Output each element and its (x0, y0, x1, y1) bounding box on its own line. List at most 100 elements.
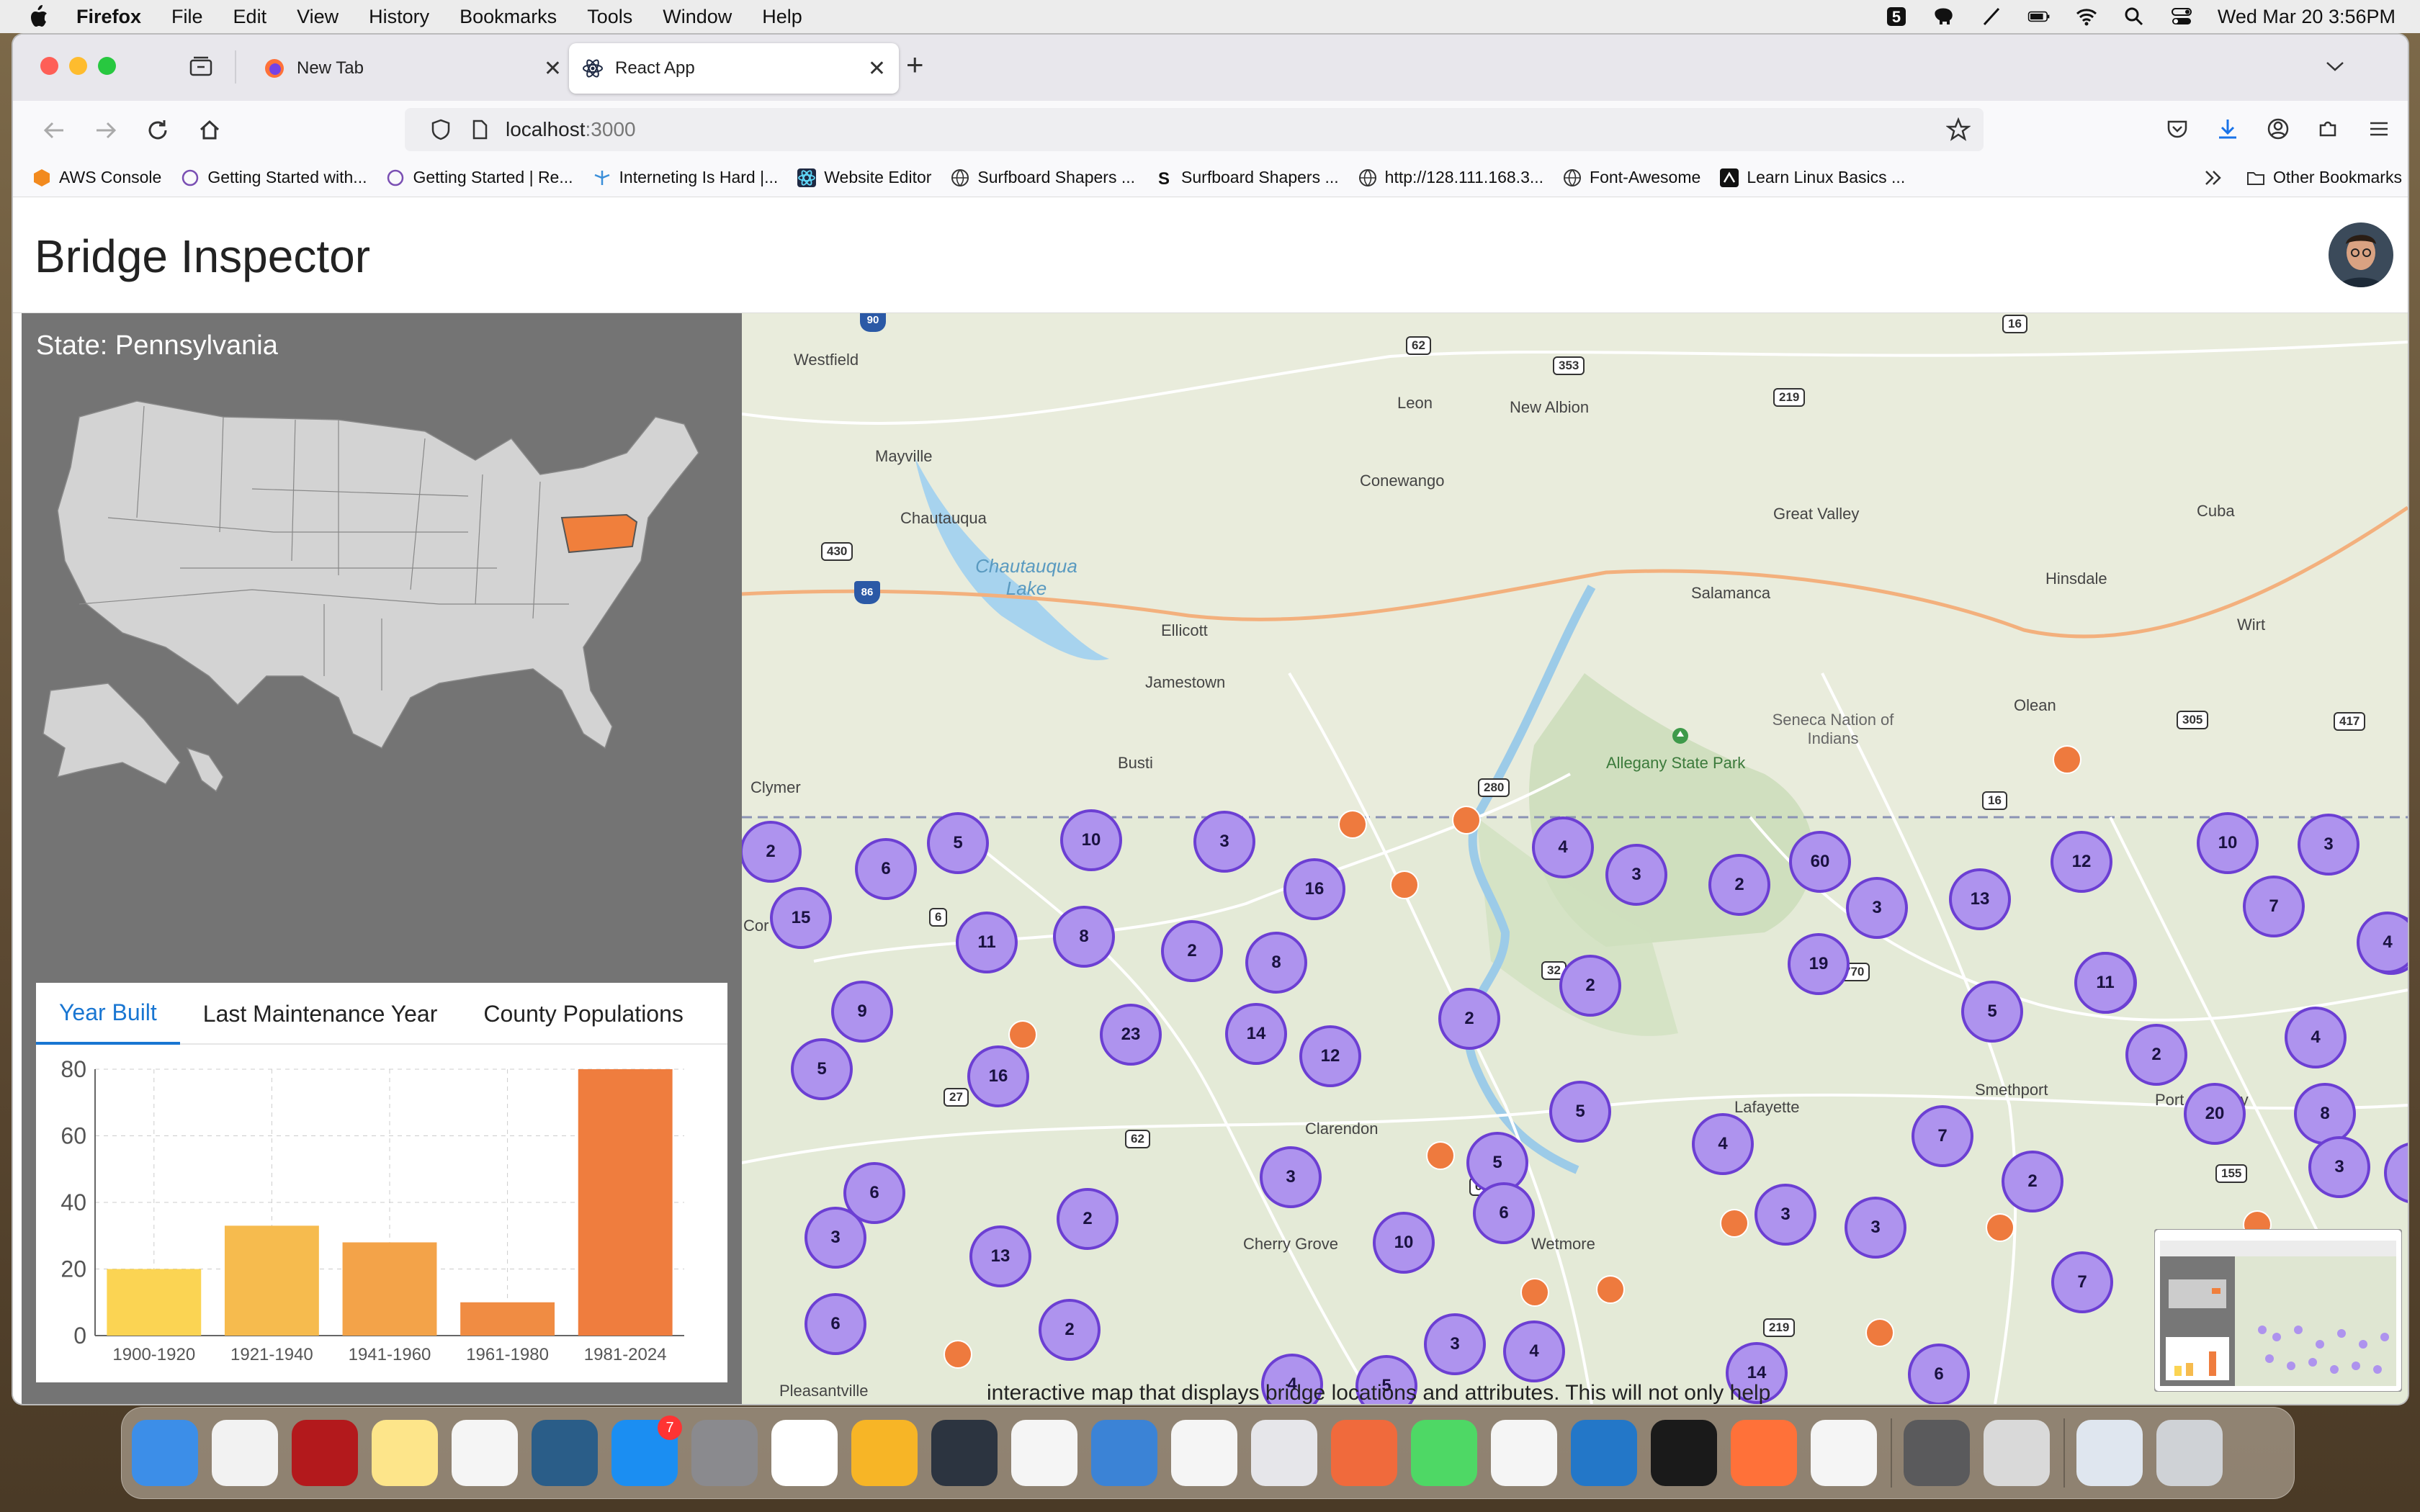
bar-1921-1940[interactable] (224, 1225, 319, 1336)
bridge-cluster-marker[interactable]: 16 (967, 1045, 1029, 1107)
bridge-cluster-marker[interactable]: 5 (927, 812, 989, 874)
page-info-icon[interactable] (471, 119, 488, 140)
dock-mysql-workbench-icon[interactable] (532, 1420, 598, 1486)
menu-window[interactable]: Window (663, 6, 732, 28)
bridge-cluster-marker[interactable]: 2 (1057, 1188, 1119, 1250)
new-tab-button[interactable]: + (906, 48, 924, 82)
window-close-button[interactable] (40, 57, 58, 75)
bridge-cluster-marker[interactable]: 20 (2184, 1083, 2246, 1145)
bridge-cluster-marker[interactable]: 5 (1961, 981, 2023, 1043)
bridge-cluster-marker[interactable]: 3 (805, 1207, 866, 1269)
bridge-cluster-marker[interactable]: 4 (1532, 816, 1594, 878)
bridge-cluster-marker[interactable]: 13 (969, 1225, 1031, 1287)
bridge-cluster-marker[interactable]: 2 (1559, 955, 1621, 1017)
bridge-cluster-marker[interactable]: 6 (855, 838, 917, 900)
bridge-cluster-marker[interactable]: 8 (1245, 932, 1307, 994)
bridge-cluster-marker[interactable]: 2 (1708, 854, 1770, 916)
bridge-cluster-marker[interactable]: 2 (1039, 1299, 1101, 1361)
bridge-cluster-marker[interactable]: 3 (2298, 814, 2360, 876)
bridge-cluster-marker[interactable]: 4 (1692, 1113, 1754, 1175)
menu-bookmarks[interactable]: Bookmarks (460, 6, 557, 28)
bridge-cluster-marker[interactable]: 5 (791, 1038, 853, 1100)
menu-view[interactable]: View (297, 6, 339, 28)
wifi-icon[interactable] (2075, 6, 2098, 27)
bridge-cluster-marker[interactable]: 6 (1473, 1182, 1535, 1244)
bookmark-interneting[interactable]: Interneting Is Hard |... (592, 168, 778, 188)
bridge-marker[interactable] (1452, 806, 1481, 834)
dock-terminal-icon[interactable] (1651, 1420, 1717, 1486)
dock-chrome-icon[interactable] (1811, 1420, 1877, 1486)
control-center-icon[interactable] (2170, 6, 2193, 27)
hawaii-shape[interactable] (186, 747, 224, 793)
dock-launchpad-icon[interactable] (1251, 1420, 1317, 1486)
continental-us-shape[interactable] (57, 400, 699, 750)
dock-freeform-icon[interactable] (452, 1420, 518, 1486)
bridge-cluster-marker[interactable]: 23 (1100, 1004, 1162, 1066)
bookmark-getting-started-2[interactable]: Getting Started | Re... (385, 168, 573, 188)
bridge-cluster-marker[interactable]: 6 (1908, 1344, 1970, 1404)
bridge-cluster-marker[interactable]: 12 (2051, 831, 2112, 893)
bridge-cluster-marker[interactable]: 10 (1060, 809, 1122, 871)
bridge-cluster-marker[interactable]: 5 (1549, 1081, 1611, 1143)
bridge-cluster-marker[interactable]: 60 (1789, 831, 1851, 893)
bridge-cluster-marker[interactable]: 11 (956, 912, 1018, 973)
spotlight-search-icon[interactable] (2123, 6, 2146, 27)
dock-preview-icon[interactable] (1491, 1420, 1557, 1486)
dock-finder-icon[interactable] (132, 1420, 198, 1486)
bridge-marker[interactable] (1426, 1141, 1455, 1170)
menu-edit[interactable]: Edit (233, 6, 267, 28)
close-tab-icon[interactable]: ✕ (544, 56, 562, 81)
more-bookmarks-chevron-icon[interactable] (2202, 168, 2224, 188)
dock-vs-code-icon[interactable] (1571, 1420, 1637, 1486)
bridge-cluster-marker[interactable]: 10 (1373, 1212, 1435, 1274)
bridge-map[interactable]: Westfield Mayville Chautauqua Chautauqua… (742, 313, 2408, 1404)
bridge-cluster-marker[interactable]: 16 (1283, 858, 1345, 920)
bridge-cluster-marker[interactable]: 6 (805, 1293, 866, 1355)
dock-firefox-icon[interactable] (1731, 1420, 1797, 1486)
bridge-cluster-marker[interactable]: 7 (2051, 1251, 2113, 1313)
tracking-shield-icon[interactable] (431, 118, 451, 141)
bridge-marker[interactable] (1390, 870, 1419, 899)
bridge-cluster-marker[interactable]: 19 (1788, 933, 1850, 995)
dock-trash-icon[interactable] (2156, 1420, 2223, 1486)
bridge-cluster-marker[interactable]: 3 (1846, 877, 1908, 939)
dock-messages-icon[interactable] (1411, 1420, 1477, 1486)
dock-atom-icon[interactable] (931, 1420, 998, 1486)
bridge-cluster-marker[interactable]: 14 (1225, 1003, 1287, 1065)
dock-textedit-icon[interactable] (212, 1420, 278, 1486)
dock-numbers-icon[interactable] (1011, 1420, 1077, 1486)
elephant-status-icon[interactable] (1932, 6, 1955, 27)
dock-downloads-icon[interactable] (2076, 1420, 2143, 1486)
tab-overview-icon[interactable] (189, 55, 213, 78)
bookmark-getting-started-1[interactable]: Getting Started with... (180, 168, 367, 188)
menu-help[interactable]: Help (762, 6, 802, 28)
screenshot-thumbnail-preview[interactable] (2154, 1229, 2402, 1392)
forward-icon[interactable] (94, 118, 118, 143)
menubar-clock[interactable]: Wed Mar 20 3:56PM (2218, 6, 2396, 28)
dock-app-store-icon[interactable]: 7 (611, 1416, 682, 1486)
bridge-cluster-marker[interactable]: 8 (2294, 1083, 2356, 1145)
list-all-tabs-icon[interactable] (2324, 59, 2346, 73)
scrivener-status-icon[interactable]: 5 (1885, 6, 1908, 27)
bookmark-font-awesome[interactable]: Font-Awesome (1562, 168, 1700, 188)
menu-history[interactable]: History (369, 6, 429, 28)
bar-1961-1980[interactable] (460, 1302, 555, 1336)
dock-safari-icon[interactable] (1171, 1420, 1237, 1486)
us-state-map[interactable] (36, 388, 727, 806)
bookmark-website-editor[interactable]: Website Editor (797, 168, 931, 188)
home-icon[interactable] (197, 118, 222, 143)
menu-tools[interactable]: Tools (587, 6, 632, 28)
bridge-marker[interactable] (1720, 1209, 1749, 1238)
bridge-marker[interactable] (1986, 1213, 2015, 1242)
bridge-cluster-marker[interactable]: 2 (2002, 1151, 2063, 1212)
reload-icon[interactable] (145, 118, 170, 143)
bridge-marker[interactable] (2053, 745, 2081, 774)
bridge-cluster-marker[interactable]: 3 (1605, 844, 1667, 906)
tab-last-maintenance-year[interactable]: Last Maintenance Year (180, 983, 461, 1045)
bookmark-star-icon[interactable] (1946, 117, 1971, 142)
bridge-cluster-marker[interactable]: 3 (1845, 1197, 1906, 1259)
menu-app-name[interactable]: Firefox (76, 6, 141, 28)
bridge-cluster-marker[interactable]: 7 (2243, 876, 2305, 937)
bridge-cluster-marker[interactable]: 3 (2308, 1136, 2370, 1198)
bridge-cluster-marker[interactable]: 12 (1299, 1025, 1361, 1087)
